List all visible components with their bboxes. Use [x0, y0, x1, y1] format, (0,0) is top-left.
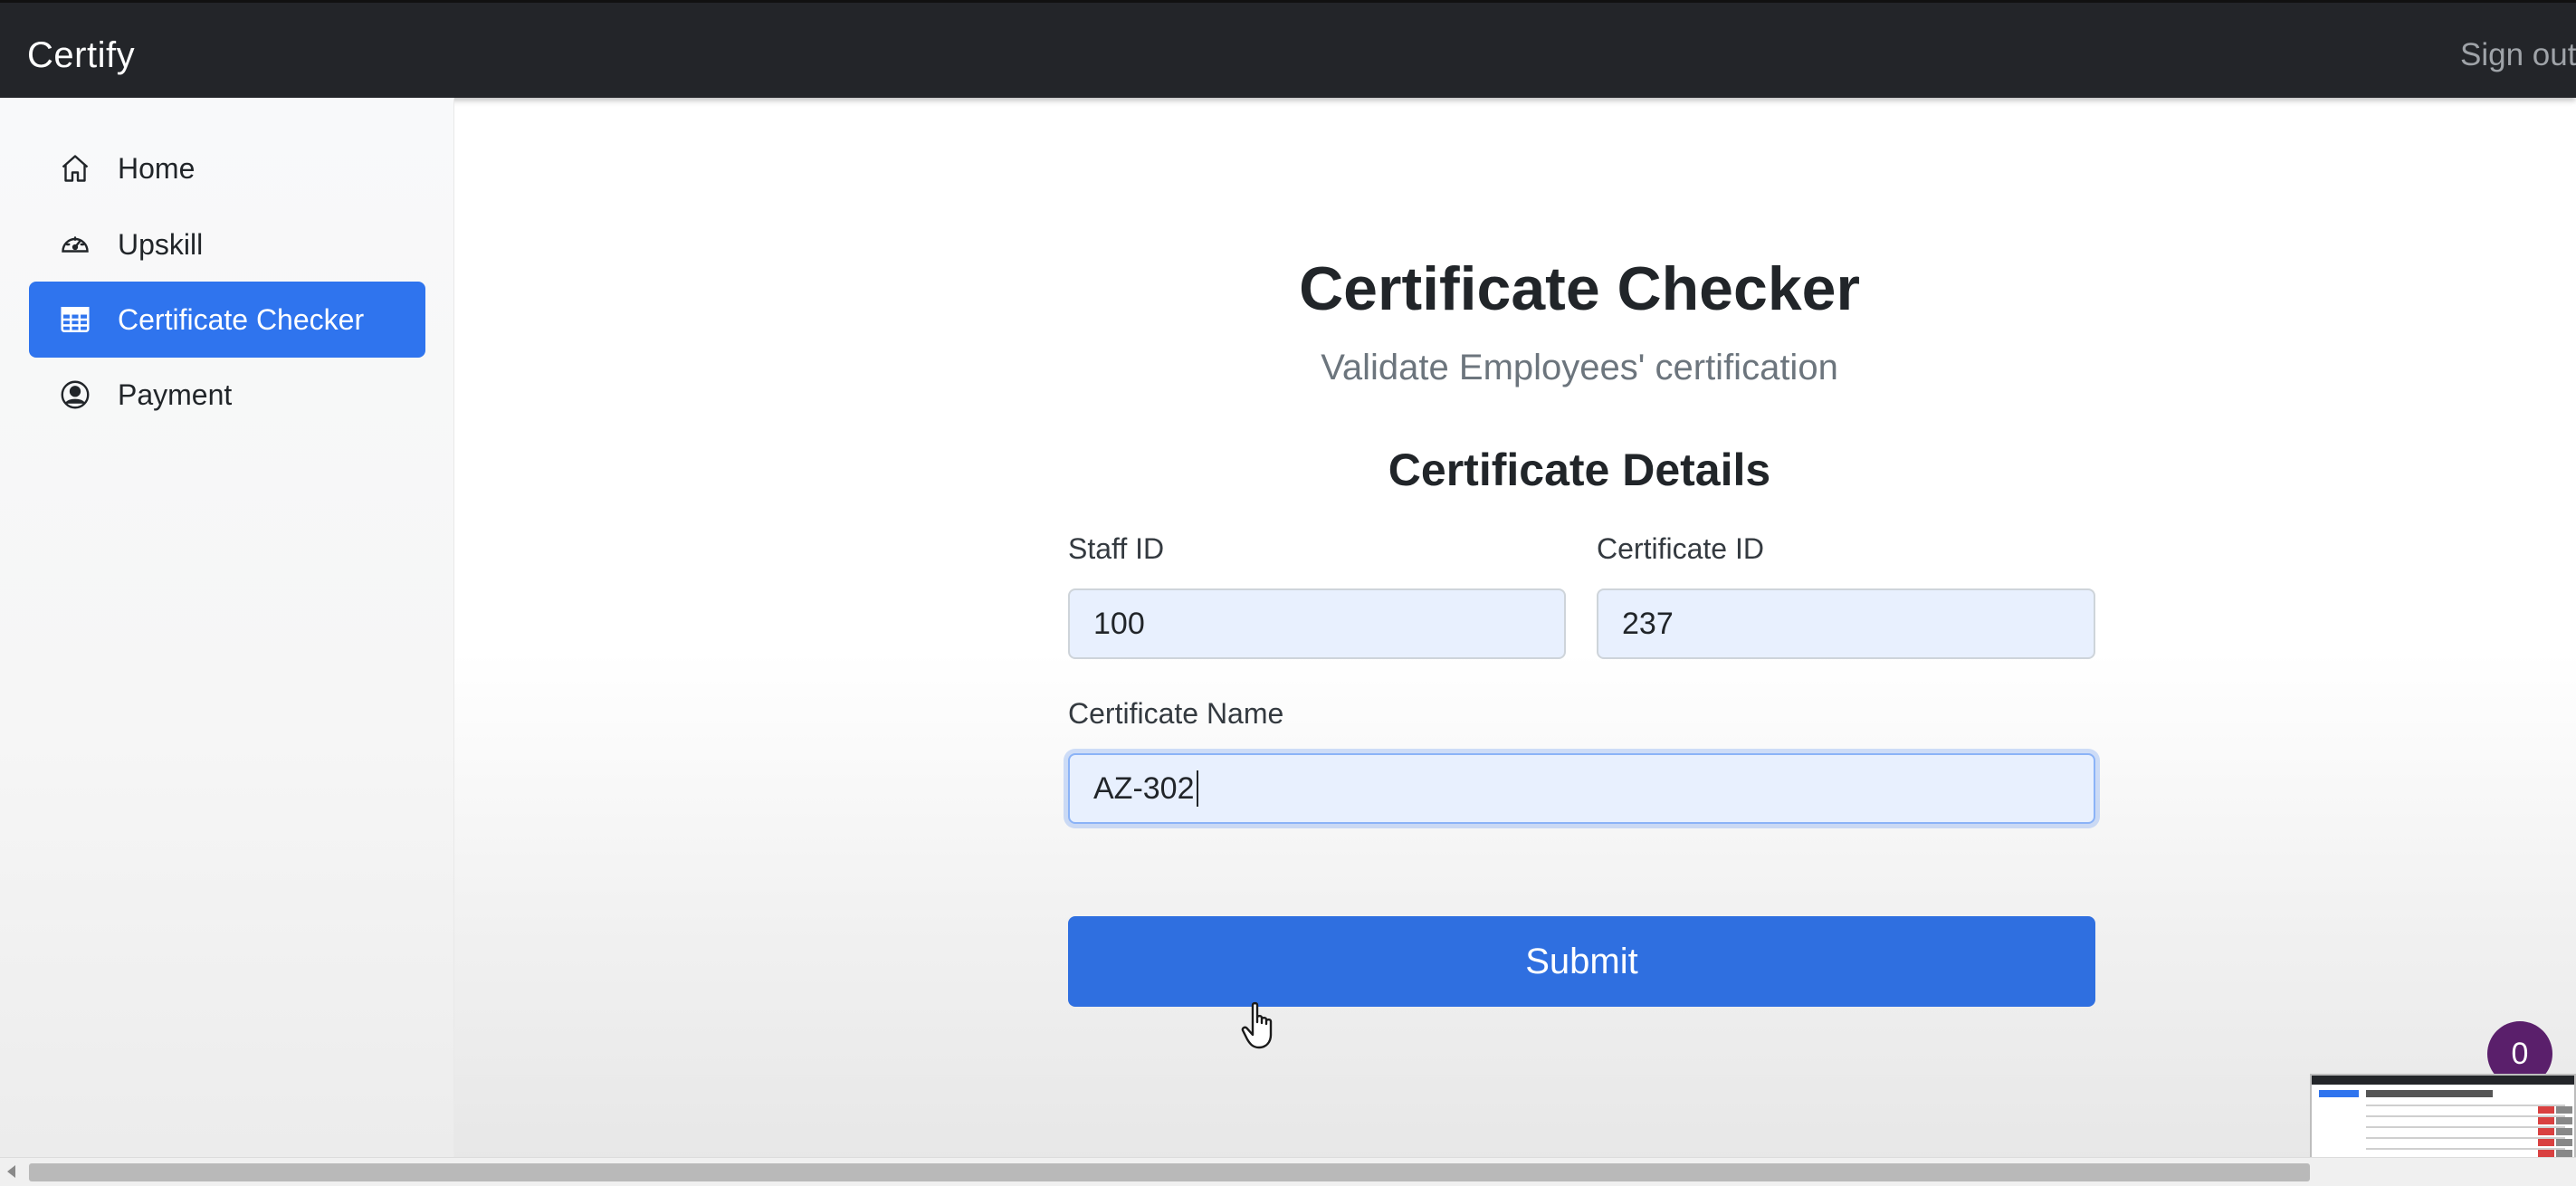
staff-id-input[interactable]: 100 — [1068, 588, 1566, 659]
page-title: Certificate Checker — [1299, 254, 1860, 323]
sidebar-item-upskill[interactable]: Upskill — [29, 206, 425, 282]
sidebar-item-label: Home — [118, 151, 196, 185]
section-title: Certificate Details — [1388, 445, 1771, 495]
sidebar-item-payment[interactable]: Payment — [29, 357, 425, 433]
page-subtitle: Validate Employees' certification — [1321, 348, 1838, 387]
sidebar-item-label: Payment — [118, 378, 233, 411]
staff-id-label: Staff ID — [1068, 532, 1165, 565]
speedometer-icon — [56, 225, 94, 263]
certificate-name-input[interactable]: AZ-302 — [1068, 753, 2095, 824]
sidebar-item-label: Certificate Checker — [118, 302, 365, 336]
app-window: Certify Sign out Home Upskill Certificat… — [0, 0, 2576, 1186]
certificate-id-label: Certificate ID — [1597, 532, 1764, 565]
text-caret — [1196, 770, 1198, 807]
hand-pointer-icon — [1241, 1001, 1273, 1049]
sidebar-item-certificate-checker[interactable]: Certificate Checker — [29, 282, 425, 358]
table-icon — [56, 301, 94, 339]
horizontal-scrollbar[interactable] — [0, 1157, 2576, 1186]
submit-button[interactable]: Submit — [1068, 916, 2095, 1007]
scroll-left-arrow-icon[interactable] — [7, 1165, 15, 1178]
sidebar-item-home[interactable]: Home — [29, 130, 425, 206]
sidebar: Home Upskill Certificate Checker Payment — [0, 98, 454, 1157]
sign-out-link[interactable]: Sign out — [2460, 37, 2576, 73]
sidebar-item-label: Upskill — [118, 227, 204, 261]
certificate-id-value: 237 — [1622, 606, 1674, 641]
certificate-name-value: AZ-302 — [1093, 770, 1195, 806]
certificate-name-label: Certificate Name — [1068, 697, 1284, 730]
certificate-id-input[interactable]: 237 — [1597, 588, 2095, 659]
scrollbar-thumb[interactable] — [29, 1163, 2310, 1181]
house-icon — [56, 149, 94, 187]
person-circle-icon — [56, 376, 94, 414]
top-navbar: Certify Sign out — [0, 0, 2576, 98]
staff-id-value: 100 — [1093, 606, 1145, 641]
brand-logo[interactable]: Certify — [27, 35, 135, 76]
